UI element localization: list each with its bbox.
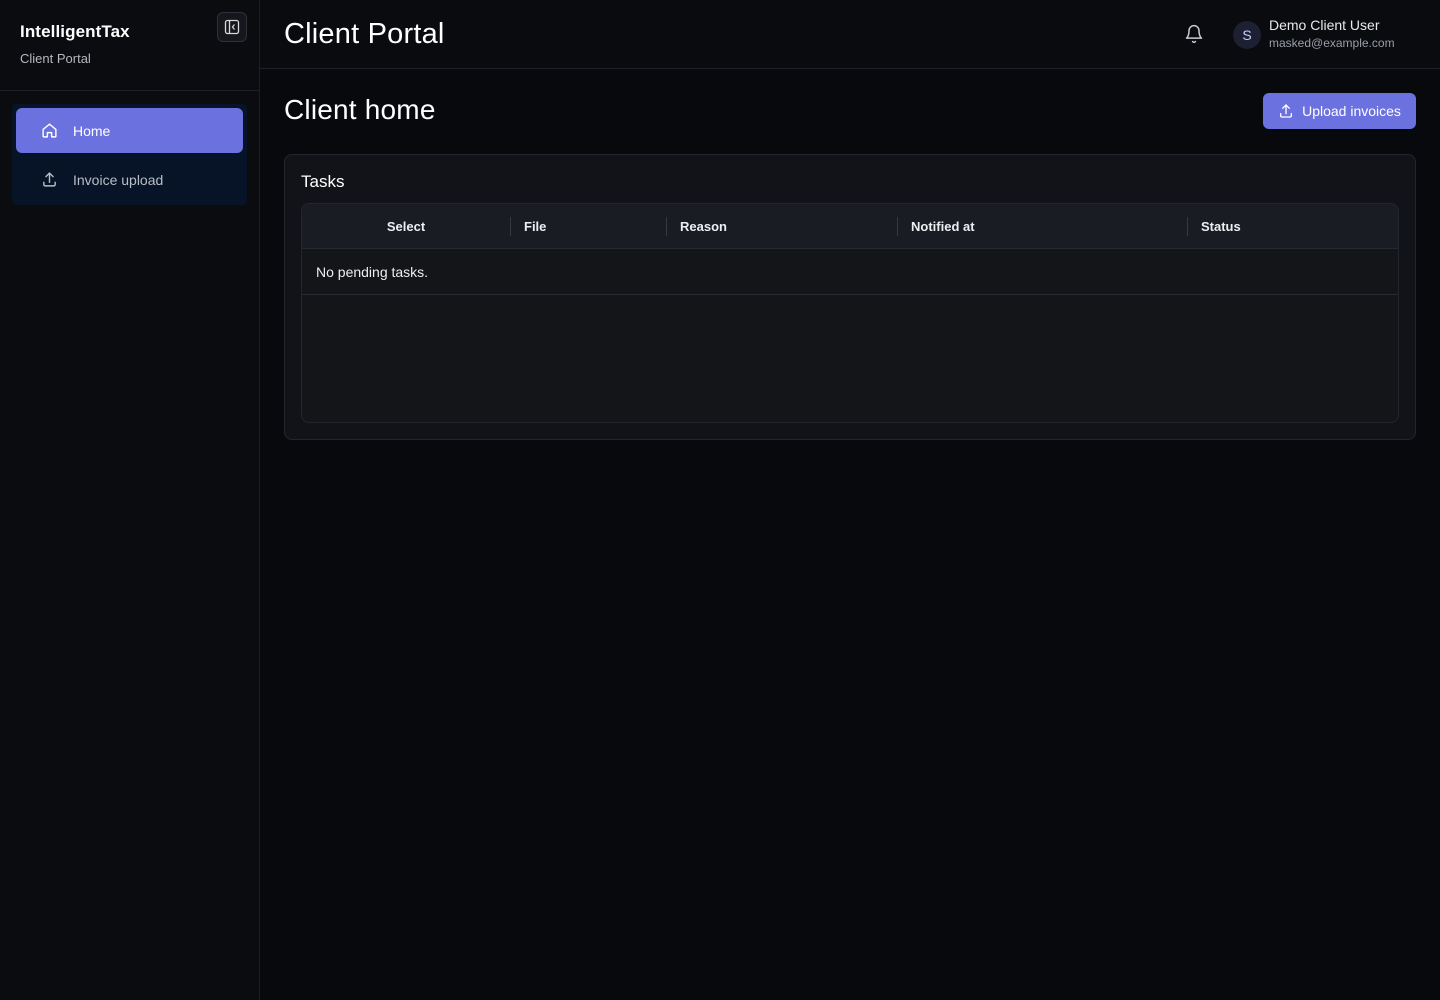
content: Client home Upload invoices Tasks Select [260,69,1440,440]
brand-subtitle: Client Portal [20,51,91,66]
upload-button-label: Upload invoices [1302,103,1401,119]
main-area: Client Portal S Demo Client User masked@… [260,0,1440,1000]
column-header-notified-at[interactable]: Notified at [897,204,1187,249]
tasks-card: Tasks Select File Reason Notified at Sta… [284,154,1416,440]
tasks-table: Select File Reason Notified at Status No… [301,203,1399,423]
avatar: S [1233,21,1261,49]
brand: IntelligentTax Client Portal [0,0,259,91]
upload-icon [1278,103,1294,119]
sidebar-item-label: Invoice upload [73,171,164,188]
upload-invoices-button[interactable]: Upload invoices [1263,93,1416,129]
brand-name: IntelligentTax [20,22,130,41]
collapse-sidebar-button[interactable] [217,12,247,42]
sidebar-item-home[interactable]: Home [16,108,243,153]
user-menu[interactable]: S Demo Client User masked@example.com [1233,16,1395,52]
sidebar-collapse-icon [224,19,240,35]
topbar: Client Portal S Demo Client User masked@… [260,0,1440,69]
sidebar-item-invoice-upload[interactable]: Invoice upload [16,157,243,202]
sidebar: IntelligentTax Client Portal Home Invoic… [0,0,260,1000]
app-root: IntelligentTax Client Portal Home Invoic… [0,0,1440,1000]
page-title: Client home [284,94,436,125]
header-title: Client Portal [284,17,445,50]
user-name: Demo Client User [1269,17,1380,33]
home-icon [40,122,58,140]
column-header-select[interactable]: Select [302,204,510,249]
table-header: Select File Reason Notified at Status [302,204,1398,249]
upload-icon [40,171,58,189]
sidebar-nav: Home Invoice upload [12,104,247,205]
sidebar-item-label: Home [73,122,111,139]
user-info: Demo Client User masked@example.com [1269,16,1395,52]
empty-tasks-message: No pending tasks. [302,249,1398,295]
bell-icon[interactable] [1184,24,1204,44]
tasks-title: Tasks [301,172,345,191]
column-header-file[interactable]: File [510,204,666,249]
user-email: masked@example.com [1269,36,1395,50]
column-header-reason[interactable]: Reason [666,204,897,249]
column-header-status[interactable]: Status [1187,204,1398,249]
